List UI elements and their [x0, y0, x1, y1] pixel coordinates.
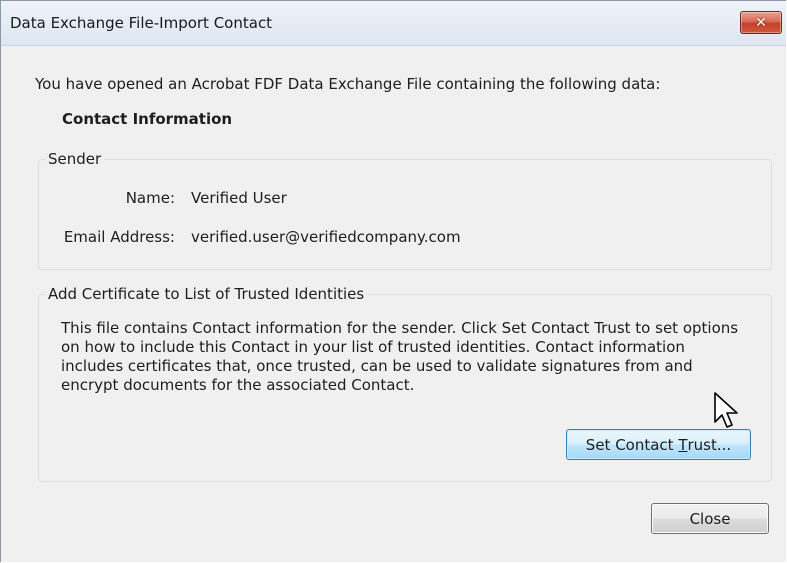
sender-legend: Sender	[45, 150, 105, 168]
trust-legend: Add Certificate to List of Trusted Ident…	[45, 285, 368, 303]
close-icon: ✕	[755, 14, 767, 31]
set-contact-trust-button[interactable]: Set Contact Trust...	[566, 429, 751, 460]
section-heading: Contact Information	[62, 110, 233, 128]
name-value: Verified User	[191, 189, 287, 207]
set-contact-trust-label-prefix: Set Contact	[585, 435, 679, 454]
email-label: Email Address:	[63, 228, 175, 246]
intro-text: You have opened an Acrobat FDF Data Exch…	[35, 75, 661, 93]
title-bar[interactable]: Data Exchange File-Import Contact ✕	[1, 1, 786, 46]
trust-description: This file contains Contact information f…	[61, 319, 739, 394]
trusted-identities-group: Add Certificate to List of Trusted Ident…	[38, 285, 772, 482]
name-label: Name:	[125, 189, 175, 207]
mouse-pointer-icon	[714, 392, 738, 428]
window-close-button[interactable]: ✕	[740, 11, 782, 34]
sender-group: Sender Name: Verified User Email Address…	[38, 150, 772, 270]
set-contact-trust-label-suffix: rust...	[687, 435, 732, 454]
window-title: Data Exchange File-Import Contact	[10, 14, 273, 32]
set-contact-trust-accelerator: T	[678, 435, 688, 454]
dialog-body: You have opened an Acrobat FDF Data Exch…	[1, 46, 786, 562]
close-button[interactable]: Close	[651, 503, 769, 534]
import-contact-dialog: Data Exchange File-Import Contact ✕ You …	[0, 0, 786, 562]
email-value: verified.user@verifiedcompany.com	[191, 228, 461, 246]
